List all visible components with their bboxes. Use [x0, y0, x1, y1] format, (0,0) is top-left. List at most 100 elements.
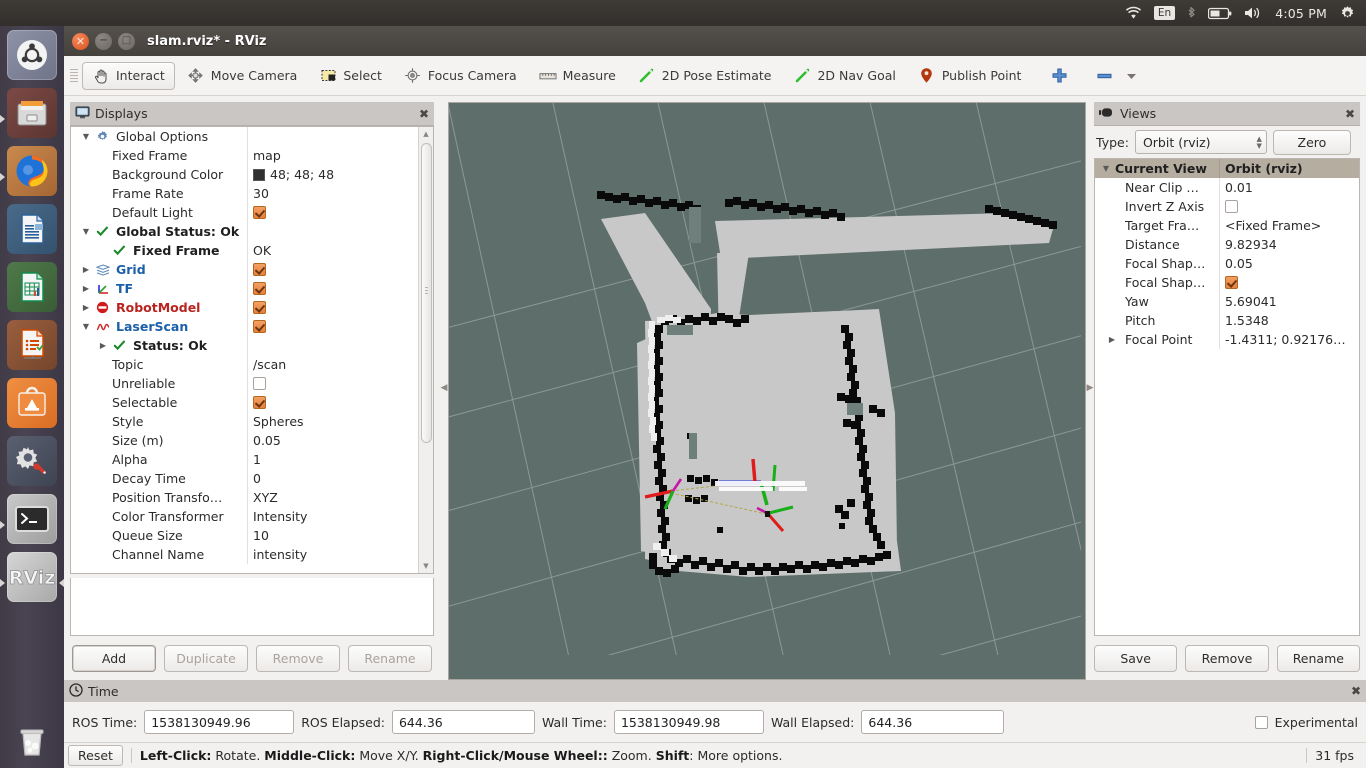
display-tree-row[interactable]: Background Color 48; 48; 48 [71, 165, 418, 184]
tree-expander-right-icon[interactable]: ▶ [98, 341, 108, 350]
volume-icon[interactable] [1244, 6, 1263, 20]
reset-button[interactable]: Reset [68, 745, 123, 766]
displays-add-button[interactable]: Add [72, 644, 156, 672]
display-tree-row[interactable]: ▶ TF [71, 279, 418, 298]
tree-expander-right-icon[interactable]: ▶ [81, 303, 91, 312]
display-tree-row[interactable]: Queue Size 10 [71, 526, 418, 545]
tree-value-cell[interactable] [247, 260, 418, 279]
tree-value-cell[interactable]: 0 [247, 469, 418, 488]
display-tree-row[interactable]: Default Light [71, 203, 418, 222]
checkbox-unchecked[interactable] [253, 377, 266, 390]
tree-value-cell[interactable]: 10 [247, 526, 418, 545]
display-tree-row[interactable]: Position Transfo… XYZ [71, 488, 418, 507]
tool-measure[interactable]: Measure [529, 62, 626, 90]
tree-expander-down-icon[interactable]: ▼ [81, 132, 91, 141]
add-tool-button[interactable] [1033, 62, 1078, 90]
displays-tree[interactable]: ▼ Global Options Fixed Frame map Background … [71, 127, 418, 573]
color-swatch[interactable] [253, 168, 265, 181]
bluetooth-icon[interactable] [1187, 6, 1196, 21]
tree-expander-right-icon[interactable]: ▶ [1107, 335, 1117, 344]
display-tree-row[interactable]: ▶ RobotModel [71, 298, 418, 317]
display-tree-row[interactable]: Size (m) 0.05 [71, 431, 418, 450]
experimental-checkbox[interactable] [1254, 715, 1268, 729]
launcher-system-settings[interactable] [7, 436, 57, 486]
tree-value-cell[interactable] [247, 393, 418, 412]
tree-expander-right-icon[interactable]: ▶ [81, 265, 91, 274]
tree-value-cell[interactable] [247, 298, 418, 317]
launcher-libreoffice-calc[interactable] [7, 262, 57, 312]
views-tree-row[interactable]: Invert Z Axis [1095, 197, 1359, 216]
tree-value-cell[interactable] [247, 203, 418, 222]
close-icon[interactable]: ✖ [1351, 684, 1361, 698]
launcher-terminal[interactable] [7, 494, 57, 544]
display-tree-row[interactable]: ▶ Grid [71, 260, 418, 279]
tree-value-cell[interactable] [247, 279, 418, 298]
right-splitter[interactable]: ▶ [1086, 96, 1094, 680]
checkbox-checked[interactable] [253, 301, 266, 314]
time-field-input[interactable]: 644.36 [861, 710, 1005, 734]
display-tree-row[interactable]: Topic/scan [71, 355, 418, 374]
views-rename-button[interactable]: Rename [1276, 644, 1360, 672]
render-viewport-3d[interactable] [448, 102, 1086, 680]
close-icon[interactable]: ✖ [419, 107, 429, 121]
launcher-libreoffice-impress[interactable] [7, 320, 57, 370]
launcher-files[interactable] [7, 88, 57, 138]
tree-value-cell[interactable]: 0.05 [247, 431, 418, 450]
view-type-select[interactable]: Orbit (rviz) ▲ ▼ [1134, 130, 1267, 154]
close-icon[interactable]: ✖ [1345, 107, 1355, 121]
tree-value-cell[interactable]: OK [247, 241, 418, 260]
scroll-thumb[interactable] [420, 143, 432, 443]
views-tree-row[interactable]: Focal Shap… 0.05 [1095, 254, 1359, 273]
wifi-icon[interactable] [1125, 6, 1142, 20]
tree-expander-right-icon[interactable]: ▶ [81, 284, 91, 293]
views-value-cell[interactable]: 1.5348 [1219, 311, 1359, 330]
views-tree-row[interactable]: Distance 9.82934 [1095, 235, 1359, 254]
checkbox-checked[interactable] [253, 396, 266, 409]
time-field-input[interactable]: 1538130949.96 [144, 710, 295, 734]
collapse-left-icon[interactable]: ◀ [441, 383, 448, 393]
checkbox-checked[interactable] [253, 206, 266, 219]
tree-value-cell[interactable]: Intensity [247, 507, 418, 526]
tool-publish-point[interactable]: Publish Point [908, 62, 1032, 90]
tree-expander-down-icon[interactable]: ▼ [1101, 164, 1111, 173]
views-value-cell[interactable]: <Fixed Frame> [1219, 216, 1359, 235]
views-tree-row[interactable]: Yaw 5.69041 [1095, 292, 1359, 311]
keyboard-layout-indicator[interactable]: En [1153, 6, 1176, 20]
views-remove-button[interactable]: Remove [1185, 644, 1269, 672]
views-tree-row[interactable]: ▶ Focal Point -1.4311; 0.92176… [1095, 330, 1359, 349]
minimize-icon[interactable]: − [95, 32, 112, 50]
toolbar-grip[interactable] [70, 65, 78, 87]
tree-value-cell[interactable]: intensity [247, 545, 418, 564]
tool-2d-pose-estimate[interactable]: 2D Pose Estimate [628, 62, 782, 90]
tree-value-cell[interactable]: map [247, 146, 418, 165]
left-splitter[interactable]: ◀ [440, 96, 448, 680]
tree-value-cell[interactable] [247, 127, 418, 146]
views-value-cell[interactable]: 0.01 [1219, 178, 1359, 197]
gear-icon[interactable] [1339, 5, 1356, 22]
views-value-cell[interactable]: 5.69041 [1219, 292, 1359, 311]
battery-icon[interactable] [1208, 7, 1232, 20]
checkbox-checked[interactable] [1225, 276, 1238, 289]
views-tree-row[interactable]: Near Clip … 0.01 [1095, 178, 1359, 197]
displays-scrollbar[interactable]: ▲ ▼ [418, 127, 433, 573]
time-field-input[interactable]: 644.36 [391, 710, 535, 734]
views-tree-row[interactable]: Focal Shap… [1095, 273, 1359, 292]
views-save-button[interactable]: Save [1094, 644, 1178, 672]
checkbox-checked[interactable] [253, 263, 266, 276]
checkbox-checked[interactable] [253, 282, 266, 295]
checkbox-unchecked[interactable] [1225, 200, 1238, 213]
tool-move-camera[interactable]: Move Camera [177, 62, 308, 90]
display-tree-row[interactable]: ▼ Global Status: Ok [71, 222, 418, 241]
tree-value-cell[interactable]: XYZ [247, 488, 418, 507]
tree-value-cell[interactable] [247, 374, 418, 393]
tree-value-cell[interactable] [247, 222, 418, 241]
zero-button[interactable]: Zero [1272, 129, 1351, 155]
tool-2d-nav-goal[interactable]: 2D Nav Goal [783, 62, 905, 90]
launcher-ubuntu-dash[interactable] [7, 30, 57, 80]
tool-interact[interactable]: Interact [82, 61, 175, 90]
clock[interactable]: 4:05 PM [1275, 6, 1327, 21]
checkbox-checked[interactable] [253, 320, 266, 333]
tool-focus-camera[interactable]: Focus Camera [394, 62, 527, 90]
views-value-cell[interactable] [1219, 197, 1359, 216]
display-tree-row[interactable]: Color Transformer Intensity [71, 507, 418, 526]
